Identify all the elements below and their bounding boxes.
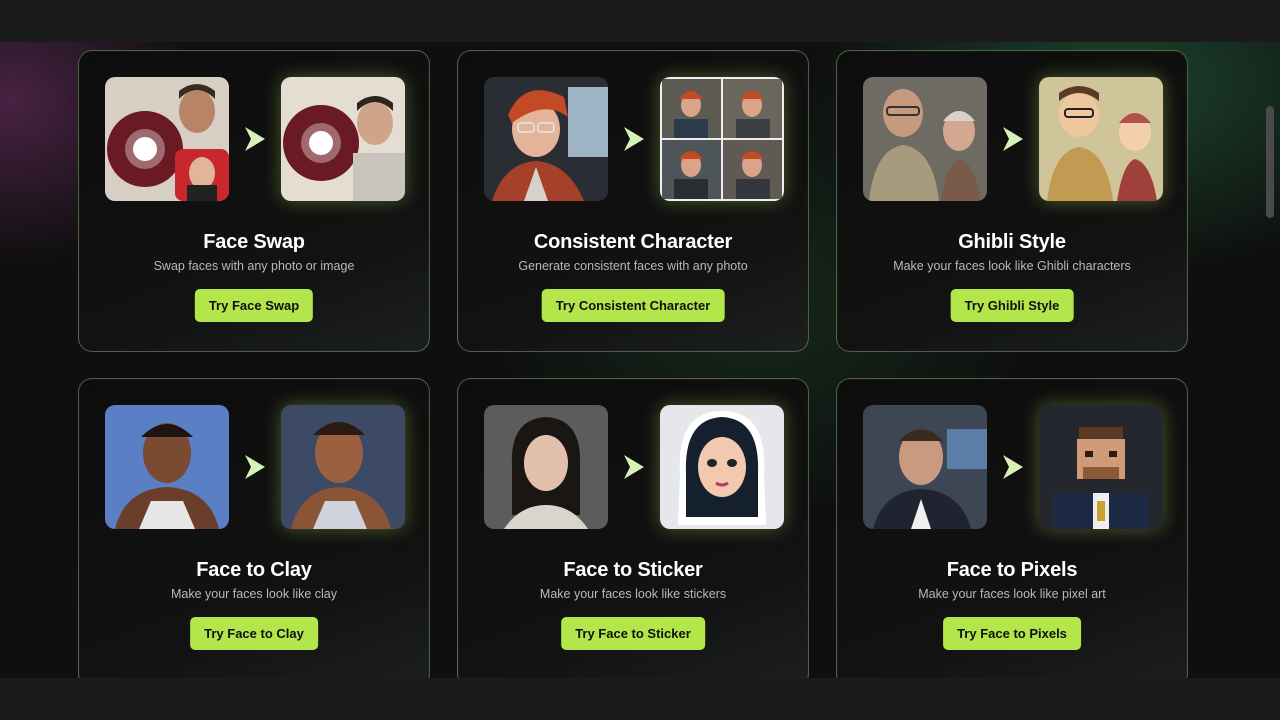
top-bar bbox=[0, 0, 1280, 42]
feature-card-ghibli-style: Ghibli Style Make your faces look like G… bbox=[836, 50, 1188, 352]
try-face-to-pixels-button[interactable]: Try Face to Pixels bbox=[943, 617, 1081, 650]
card-subtitle: Make your faces look like clay bbox=[170, 587, 338, 601]
arrow-right-icon bbox=[245, 127, 265, 151]
after-image bbox=[1039, 77, 1163, 201]
after-image bbox=[1039, 405, 1163, 529]
try-ghibli-style-button[interactable]: Try Ghibli Style bbox=[950, 289, 1074, 322]
after-image bbox=[660, 77, 784, 201]
before-image bbox=[863, 405, 987, 529]
card-subtitle: Swap faces with any photo or image bbox=[153, 259, 355, 273]
card-subtitle: Generate consistent faces with any photo bbox=[518, 259, 748, 273]
card-title: Face to Sticker bbox=[563, 559, 703, 581]
before-image bbox=[105, 405, 229, 529]
bottom-bar bbox=[0, 678, 1280, 720]
preview-pair bbox=[105, 405, 405, 529]
before-image bbox=[484, 405, 608, 529]
before-image bbox=[484, 77, 608, 201]
card-subtitle: Make your faces look like Ghibli charact… bbox=[893, 259, 1131, 273]
preview-pair bbox=[863, 77, 1163, 201]
card-title: Consistent Character bbox=[533, 231, 733, 253]
card-subtitle: Make your faces look like pixel art bbox=[918, 587, 1106, 601]
before-image bbox=[105, 77, 229, 201]
after-image bbox=[660, 405, 784, 529]
arrow-right-icon bbox=[1003, 127, 1023, 151]
arrow-right-icon bbox=[624, 127, 644, 151]
try-face-to-clay-button[interactable]: Try Face to Clay bbox=[190, 617, 318, 650]
feature-card-face-to-clay: Face to Clay Make your faces look like c… bbox=[78, 378, 430, 678]
arrow-right-icon bbox=[1003, 455, 1023, 479]
after-image bbox=[281, 77, 405, 201]
preview-pair bbox=[105, 77, 405, 201]
feature-card-face-swap: Face Swap Swap faces with any photo or i… bbox=[78, 50, 430, 352]
feature-card-face-to-pixels: Face to Pixels Make your faces look like… bbox=[836, 378, 1188, 678]
feature-card-consistent-character: Consistent Character Generate consistent… bbox=[457, 50, 809, 352]
try-face-swap-button[interactable]: Try Face Swap bbox=[194, 289, 314, 322]
try-face-to-sticker-button[interactable]: Try Face to Sticker bbox=[561, 617, 705, 650]
card-title: Face to Clay bbox=[196, 559, 312, 581]
before-image bbox=[863, 77, 987, 201]
preview-pair bbox=[863, 405, 1163, 529]
feature-gallery: Face Swap Swap faces with any photo or i… bbox=[0, 42, 1280, 678]
card-title: Face Swap bbox=[203, 231, 305, 253]
card-title: Ghibli Style bbox=[958, 231, 1066, 253]
preview-pair bbox=[484, 405, 784, 529]
card-subtitle: Make your faces look like stickers bbox=[539, 587, 727, 601]
arrow-right-icon bbox=[624, 455, 644, 479]
arrow-right-icon bbox=[245, 455, 265, 479]
try-consistent-character-button[interactable]: Try Consistent Character bbox=[541, 289, 725, 322]
after-image bbox=[281, 405, 405, 529]
card-title: Face to Pixels bbox=[946, 559, 1078, 581]
feature-card-face-to-sticker: Face to Sticker Make your faces look lik… bbox=[457, 378, 809, 678]
preview-pair bbox=[484, 77, 784, 201]
scrollbar-thumb[interactable] bbox=[1266, 106, 1274, 218]
